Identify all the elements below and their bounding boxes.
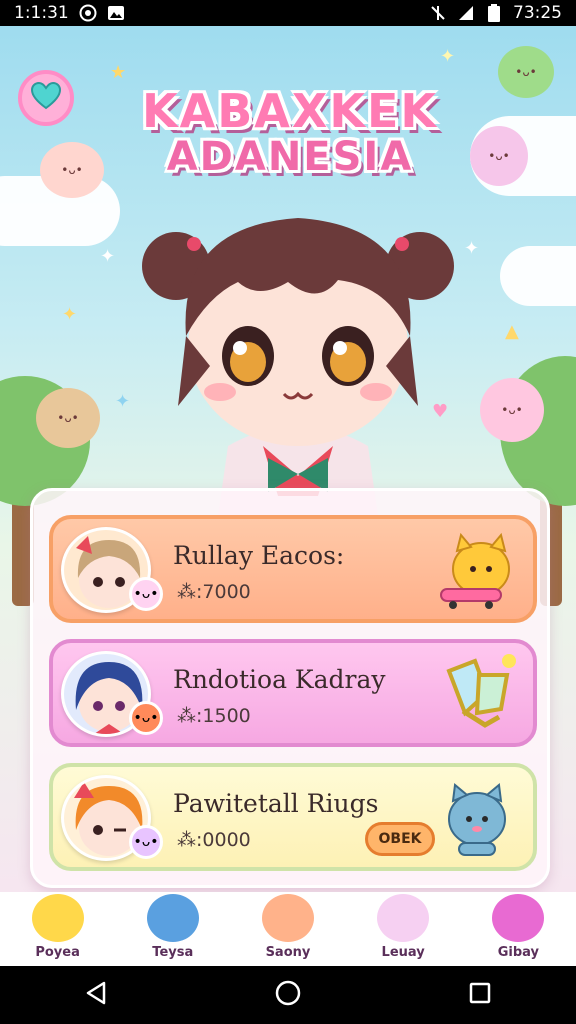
tab-label: Poyea <box>35 945 80 960</box>
orange-cat-icon <box>261 894 314 942</box>
critter-face-icon: •ᴗ• <box>61 163 83 177</box>
hero-character <box>138 196 458 516</box>
pink-girl-critter-icon: •ᴗ• <box>480 378 544 442</box>
signal-icon <box>457 4 475 22</box>
cloud <box>500 246 576 306</box>
card-title: Rndotioa Kadray <box>173 665 386 694</box>
tab-label: Leuay <box>381 945 425 960</box>
status-clock: 73:25 <box>513 3 562 23</box>
pink-kitty-icon <box>377 894 430 942</box>
circle-a-icon <box>79 4 97 22</box>
card-price: ⁂:1500 <box>177 705 251 727</box>
tab-label: Saony <box>265 945 311 960</box>
status-time: 1:1:31 <box>14 3 69 23</box>
cat-critter-icon: •ᴗ• <box>40 142 104 198</box>
critter-face-icon: •ᴗ• <box>501 403 523 417</box>
system-nav-bar <box>0 966 576 1024</box>
tab-label: Teysa <box>152 945 194 960</box>
shop-card[interactable]: •ᴗ• Pawitetall Riugs ⁂:0000 OBEK <box>49 763 537 871</box>
game-logo: KABAXKEK ADANESIA <box>120 84 460 180</box>
tab-label: Gibay <box>497 945 539 960</box>
card-price: ⁂:0000 <box>177 829 251 851</box>
bunny-badge-icon: •ᴗ• <box>129 577 163 611</box>
critter-face-icon: •ᴗ• <box>515 65 537 79</box>
card-title: Rullay Eacos: <box>173 541 345 570</box>
blue-girl-icon <box>146 894 199 942</box>
heart-icon <box>30 81 62 114</box>
card-price: ⁂:7000 <box>177 581 251 603</box>
image-icon <box>107 4 125 22</box>
tab-poyea[interactable]: Poyea <box>13 894 103 964</box>
back-triangle-icon <box>85 981 107 1009</box>
shop-card[interactable]: •ᴗ• Rullay Eacos: ⁂:7000 <box>49 515 537 623</box>
sparkle-icon: ✦ <box>115 391 131 412</box>
purple-badge-icon: •ᴗ• <box>129 825 163 859</box>
dog-critter-icon: •ᴗ• <box>36 388 100 448</box>
shop-card[interactable]: •ᴗ• Rndotioa Kadray ⁂:1500 <box>49 639 537 747</box>
tab-saony[interactable]: Saony <box>243 894 333 964</box>
home-circle-icon <box>275 980 301 1010</box>
critter-face-icon: •ᴗ• <box>57 411 79 425</box>
status-bar: 1:1:31 73:25 <box>0 0 576 26</box>
recents-button[interactable] <box>460 975 500 1015</box>
girl-critter-icon: •ᴗ• <box>470 126 528 186</box>
bottom-tab-bar: Poyea Teysa Saony Leuay Gibay <box>0 892 576 966</box>
blue-cat-icon <box>435 777 519 861</box>
sparkle-icon: ✦ <box>464 238 480 259</box>
home-button[interactable] <box>268 975 308 1015</box>
frog-critter-icon: •ᴗ• <box>498 46 554 98</box>
logo-title-line1: KABAXKEK <box>141 84 439 138</box>
favorites-button[interactable] <box>18 70 74 126</box>
card-title: Pawitetall Riugs <box>173 789 379 818</box>
tab-teysa[interactable]: Teysa <box>128 894 218 964</box>
back-button[interactable] <box>76 975 116 1015</box>
cat-skateboard-icon <box>435 529 519 613</box>
card-action-button[interactable]: OBEK <box>365 822 435 856</box>
critter-face-icon: •ᴗ• <box>488 149 510 163</box>
crystal-mirror-icon <box>435 653 519 737</box>
sparkle-icon: ▲ <box>505 321 519 342</box>
sparkle-icon: ★ <box>110 62 127 83</box>
tab-gibay[interactable]: Gibay <box>473 894 563 964</box>
shop-panel: •ᴗ• Rullay Eacos: ⁂:7000 •ᴗ• Rndotioa Ka… <box>30 488 550 888</box>
orange-badge-icon: •ᴗ• <box>129 701 163 735</box>
tab-leuay[interactable]: Leuay <box>358 894 448 964</box>
magenta-blob-icon <box>492 894 545 942</box>
sparkle-icon: ✦ <box>440 46 456 67</box>
vibrate-icon <box>429 4 447 22</box>
yellow-bear-icon <box>31 894 84 942</box>
battery-icon <box>485 4 503 22</box>
sparkle-icon: ✦ <box>100 246 116 267</box>
recents-square-icon <box>469 982 491 1008</box>
sparkle-icon: ✦ <box>62 304 78 325</box>
logo-title-line2: ADANESIA <box>166 134 414 180</box>
